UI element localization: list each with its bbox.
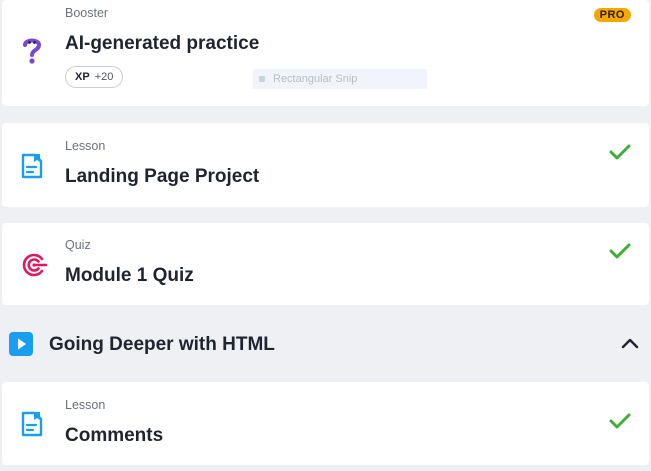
quiz-card[interactable]: Quiz Module 1 Quiz [2, 223, 649, 305]
item-title[interactable]: Module 1 Quiz [65, 265, 194, 287]
xp-badge: XP +20 [65, 66, 124, 88]
chevron-up-icon[interactable] [621, 336, 639, 355]
play-icon [9, 332, 33, 361]
lesson-document-icon [20, 410, 44, 443]
quiz-target-icon [20, 251, 48, 284]
booster-card[interactable]: Booster PRO AI-generated practice XP +20… [2, 0, 649, 106]
item-title[interactable]: Comments [65, 425, 163, 447]
item-title[interactable]: Landing Page Project [65, 166, 259, 188]
section-title: Going Deeper with HTML [49, 334, 275, 355]
pro-badge: PRO [593, 8, 631, 22]
check-icon [609, 242, 631, 265]
snip-icon [259, 76, 265, 82]
item-type-label: Booster [65, 6, 109, 20]
xp-label: XP [75, 71, 90, 83]
item-type-label: Lesson [65, 139, 106, 153]
question-mark-icon [20, 34, 44, 71]
item-type-label: Lesson [65, 398, 106, 412]
xp-value: +20 [94, 71, 114, 83]
item-title[interactable]: AI-generated practice [65, 33, 259, 55]
lesson-card[interactable]: Lesson Landing Page Project [2, 123, 649, 207]
lesson-card[interactable]: Lesson Comments [2, 382, 649, 465]
rectangular-snip-overlay: Rectangular Snip [253, 69, 427, 89]
item-type-label: Quiz [65, 238, 91, 252]
section-header[interactable]: Going Deeper with HTML [0, 322, 651, 366]
lesson-document-icon [20, 152, 44, 185]
snip-label: Rectangular Snip [273, 73, 358, 85]
check-icon [609, 412, 631, 435]
check-icon [609, 143, 631, 166]
